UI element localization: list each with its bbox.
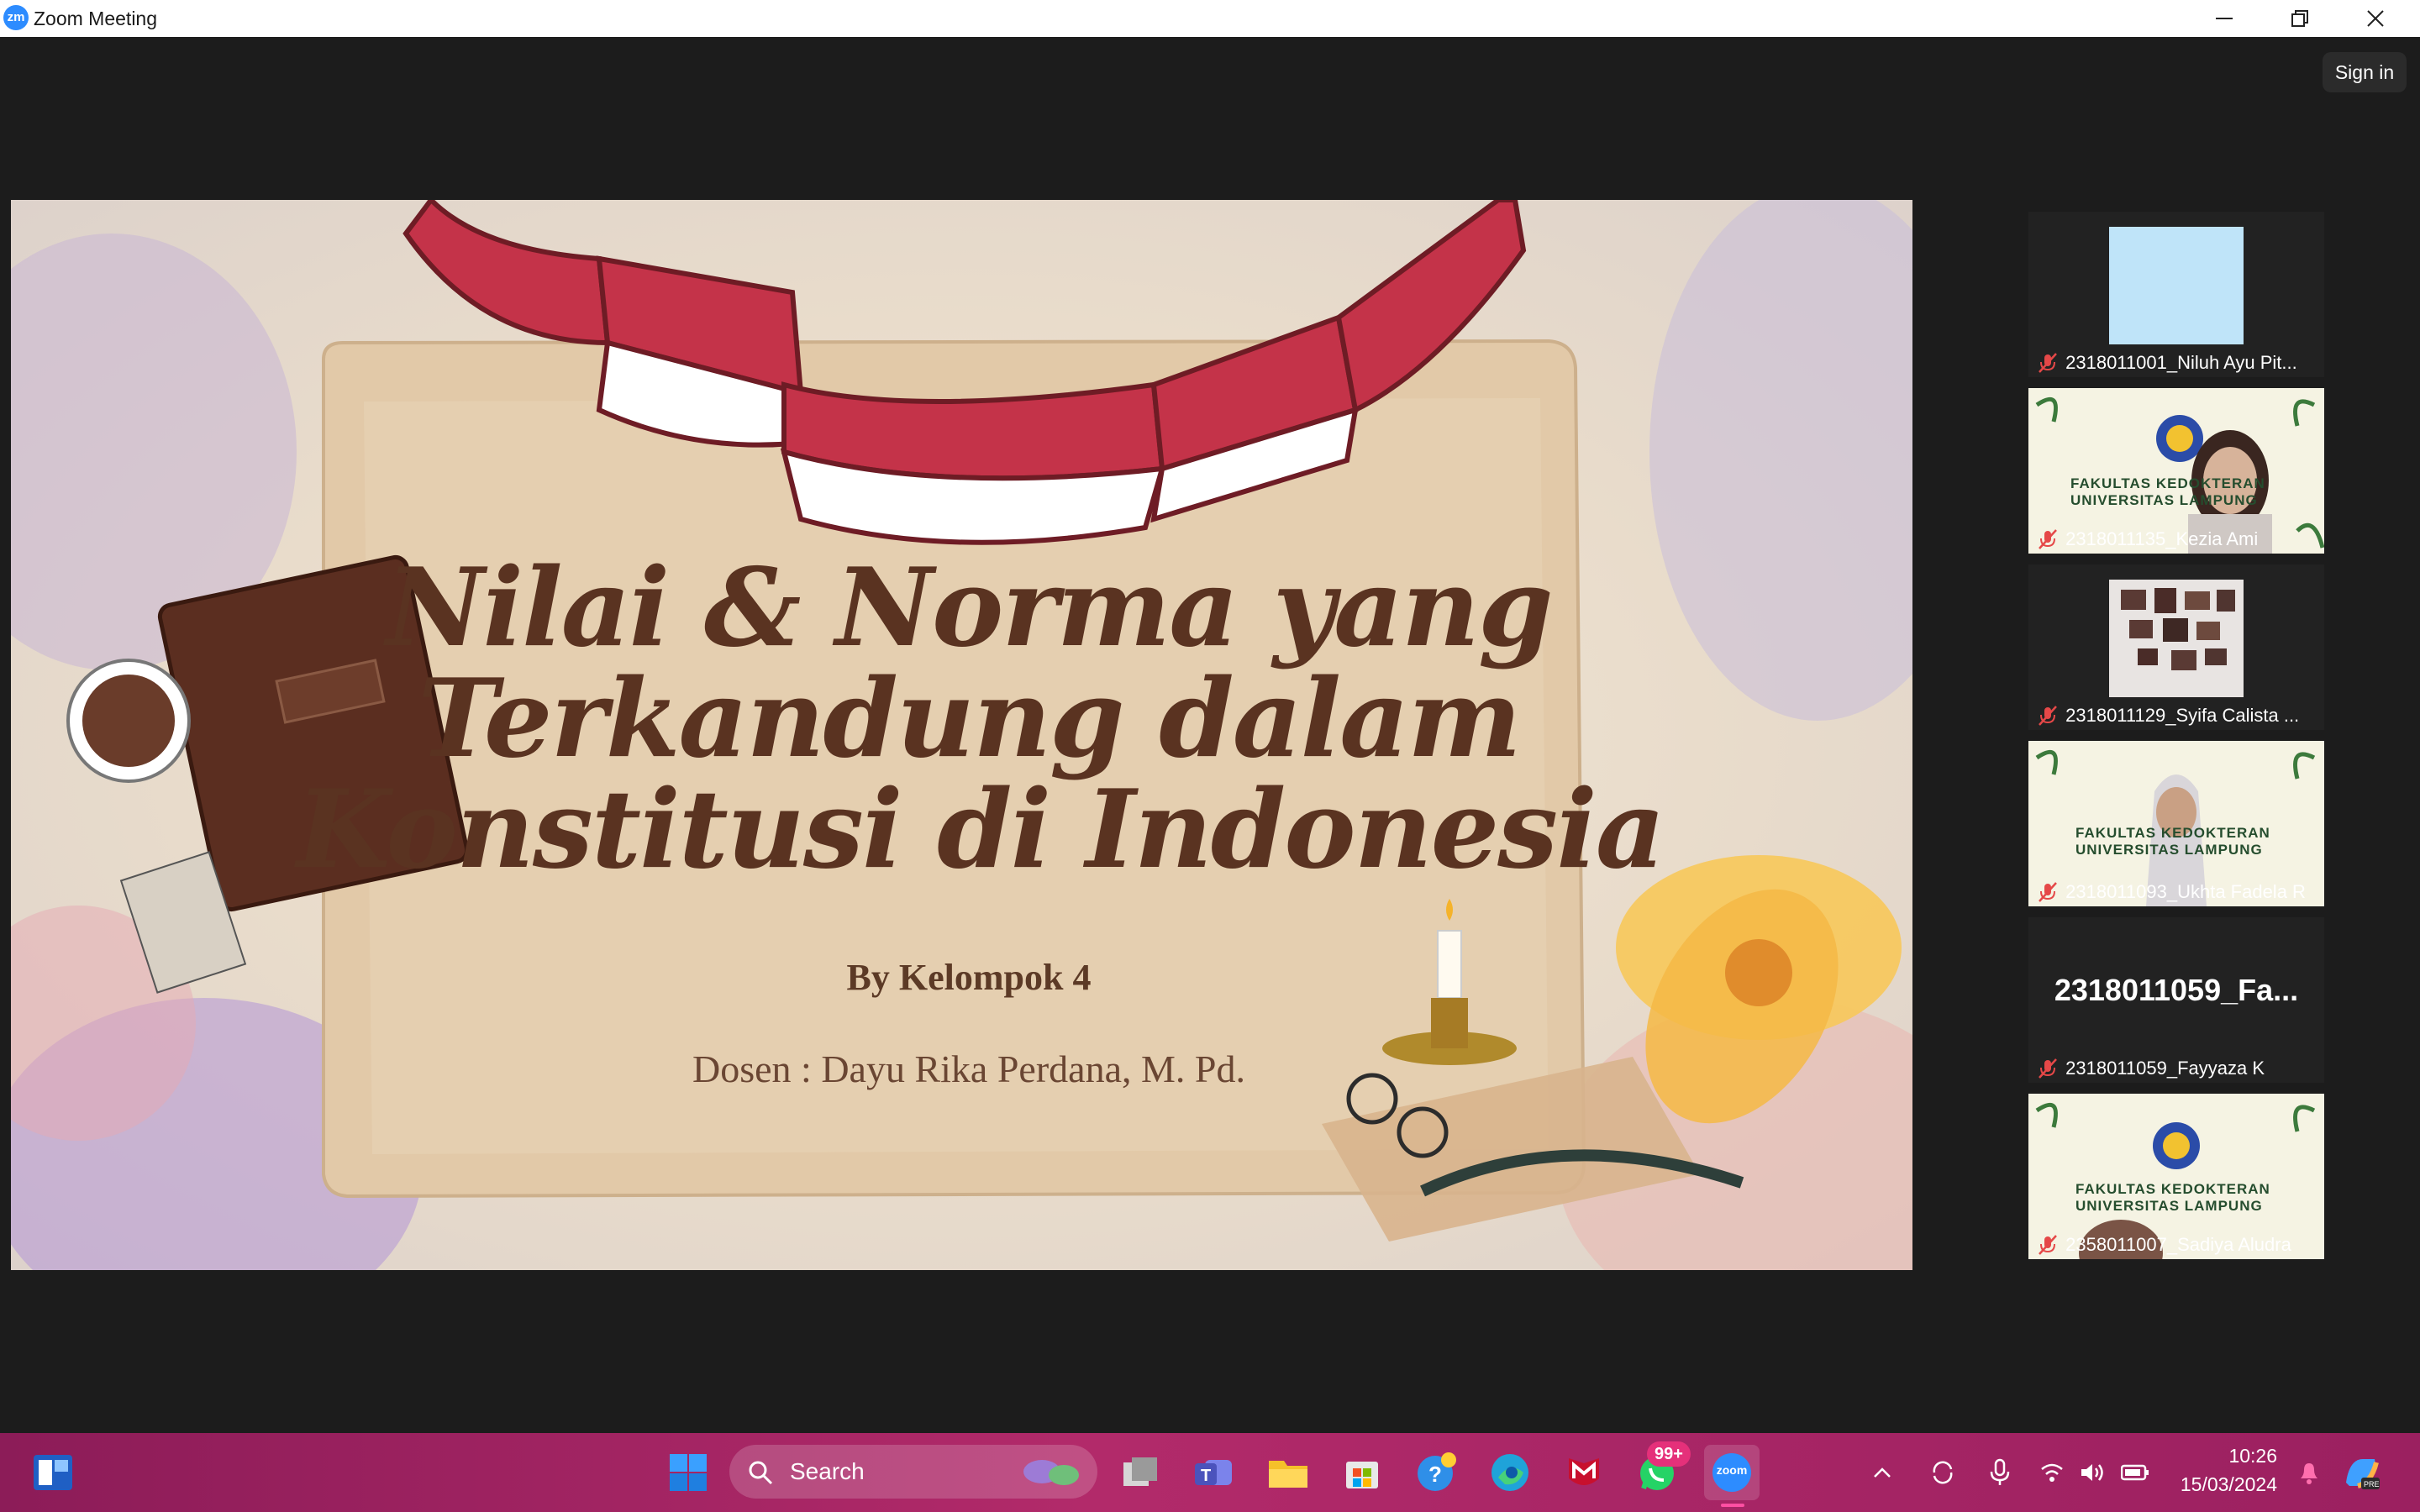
- close-button[interactable]: [2339, 0, 2412, 37]
- microphone-icon: [1990, 1458, 2010, 1485]
- svg-text:?: ?: [1428, 1462, 1442, 1487]
- notifications-button[interactable]: [2292, 1445, 2326, 1500]
- minimize-button[interactable]: [2188, 0, 2260, 37]
- participant-name: 2318011093_Ukhta Fadela R: [2065, 881, 2306, 902]
- chevron-up-icon: [1874, 1467, 1891, 1478]
- slide-title-line: Terkandung dalam: [418, 656, 1521, 782]
- participant-tile[interactable]: 2318011059_Fa... 2318011059_Fayyaza K: [2028, 917, 2324, 1083]
- banner-text: UNIVERSITAS LAMPUNG: [2075, 1198, 2263, 1214]
- clock-date[interactable]: 15/03/2024: [2151, 1473, 2277, 1496]
- banner-text: FAKULTAS KEDOKTERAN: [2070, 475, 2265, 491]
- participant-label: 2318011059_Fayyaza K: [2028, 1054, 2324, 1083]
- file-explorer-button[interactable]: [1260, 1445, 1316, 1500]
- participant-name: 2358011007_Sadiya Aludra: [2065, 1234, 2291, 1255]
- file-explorer-icon: [1269, 1461, 1307, 1488]
- bell-icon: [2301, 1463, 2317, 1484]
- slide-title: Nilai & Norma yang Terkandung dalam Kons…: [297, 545, 1665, 893]
- show-hidden-icons-button[interactable]: [1865, 1445, 1899, 1500]
- mcafee-button[interactable]: [1556, 1445, 1612, 1500]
- participant-display-name: 2318011059_Fa...: [2054, 973, 2299, 1007]
- slide-byline: By Kelompok 4: [846, 957, 1092, 998]
- widgets-icon: [34, 1455, 72, 1490]
- network-button[interactable]: [2035, 1445, 2069, 1500]
- sign-in-button[interactable]: Sign in: [2323, 52, 2407, 92]
- copilot-button[interactable]: PRE: [2338, 1445, 2385, 1500]
- banner-text: FAKULTAS KEDOKTERAN: [2075, 1181, 2270, 1197]
- search-highlight-icon: [1023, 1460, 1079, 1485]
- microphone-tray-button[interactable]: [1981, 1445, 2018, 1500]
- search-placeholder: Search: [790, 1458, 865, 1484]
- slide-lecturer: Dosen : Dayu Rika Perdana, M. Pd.: [692, 1047, 1245, 1090]
- banner-text: UNIVERSITAS LAMPUNG: [2075, 842, 2263, 858]
- mic-muted-icon: [2039, 529, 2057, 549]
- slide-title-line: Nilai & Norma yang: [386, 545, 1553, 671]
- teams-button[interactable]: T: [1186, 1445, 1242, 1500]
- restore-icon: [2291, 10, 2308, 27]
- battery-button[interactable]: [2118, 1445, 2153, 1500]
- participant-label: 2358011007_Sadiya Aludra: [2028, 1231, 2324, 1259]
- mic-muted-icon: [2039, 1058, 2057, 1079]
- mcafee-icon: [1569, 1458, 1599, 1485]
- tips-icon: ?: [1418, 1452, 1456, 1491]
- participant-name: 2318011001_Niluh Ayu Pit...: [2065, 352, 2297, 373]
- participant-tile[interactable]: 2318011129_Syifa Calista ...: [2028, 564, 2324, 730]
- microsoft-store-button[interactable]: [1334, 1445, 1390, 1500]
- task-view-icon: [1123, 1457, 1157, 1486]
- volume-button[interactable]: [2075, 1445, 2109, 1500]
- copilot-icon: PRE: [2346, 1459, 2380, 1489]
- active-app-indicator: [1721, 1504, 1744, 1507]
- participant-tile[interactable]: FAKULTAS KEDOKTERAN UNIVERSITAS LAMPUNG …: [2028, 741, 2324, 906]
- restore-button[interactable]: [2264, 0, 2336, 37]
- windows-start-icon: [670, 1454, 707, 1491]
- mic-muted-icon: [2039, 706, 2057, 726]
- task-view-button[interactable]: [1113, 1445, 1168, 1500]
- participant-name: 2318011135_Kezia Ami: [2065, 528, 2259, 549]
- window-title-bar: zm Zoom Meeting: [0, 0, 2420, 37]
- participant-tile[interactable]: FAKULTAS KEDOKTERAN UNIVERSITAS LAMPUNG …: [2028, 1094, 2324, 1259]
- zoom-button[interactable]: zoom: [1704, 1445, 1760, 1500]
- clock-time[interactable]: 10:26: [2151, 1445, 2277, 1467]
- edge-button[interactable]: [1482, 1445, 1538, 1500]
- sync-button[interactable]: [1924, 1445, 1961, 1500]
- tips-button[interactable]: ?: [1408, 1445, 1464, 1500]
- slide-title-line: Konstitusi di Indonesia: [297, 767, 1665, 893]
- widgets-button[interactable]: [25, 1445, 81, 1500]
- participant-tile[interactable]: 2318011001_Niluh Ayu Pit...: [2028, 212, 2324, 377]
- banner-text: FAKULTAS KEDOKTERAN: [2075, 825, 2270, 841]
- start-button[interactable]: [660, 1445, 716, 1500]
- participant-label: 2318011001_Niluh Ayu Pit...: [2028, 349, 2324, 377]
- participant-tile[interactable]: FAKULTAS KEDOKTERAN UNIVERSITAS LAMPUNG …: [2028, 388, 2324, 554]
- svg-text:PRE: PRE: [2364, 1480, 2380, 1488]
- mic-muted-icon: [2039, 1235, 2057, 1255]
- mic-muted-icon: [2039, 882, 2057, 902]
- notification-badge: 99+: [1647, 1441, 1691, 1467]
- participant-label: 2318011129_Syifa Calista ...: [2028, 701, 2324, 730]
- close-icon: [2367, 10, 2384, 27]
- banner-text: UNIVERSITAS LAMPUNG: [2070, 492, 2258, 508]
- sync-icon: [1933, 1461, 1953, 1484]
- wifi-icon: [2041, 1463, 2063, 1482]
- edge-icon: [1491, 1454, 1528, 1491]
- participant-label: 2318011093_Ukhta Fadela R: [2028, 878, 2324, 906]
- participant-name: 2318011129_Syifa Calista ...: [2065, 705, 2300, 726]
- taskbar-search[interactable]: Search: [729, 1445, 1097, 1499]
- minimize-icon: [2216, 18, 2233, 19]
- zoom-icon-label: zoom: [1716, 1463, 1748, 1477]
- window-title: Zoom Meeting: [34, 8, 158, 29]
- microsoft-store-icon: [1346, 1462, 1378, 1488]
- zoom-app-icon: zm: [3, 5, 29, 30]
- participant-label: 2318011135_Kezia Ami: [2028, 525, 2324, 554]
- mic-muted-icon: [2039, 353, 2057, 373]
- teams-icon: T: [1195, 1460, 1232, 1485]
- svg-text:T: T: [1201, 1467, 1211, 1485]
- battery-icon: [2121, 1464, 2149, 1481]
- windows-taskbar: Search T ? 99+ zoom 10:26 15/03/2024 PRE: [0, 1433, 2420, 1512]
- participant-name: 2318011059_Fayyaza K: [2065, 1058, 2265, 1079]
- volume-icon: [2081, 1464, 2103, 1481]
- search-icon: [749, 1461, 773, 1485]
- shared-screen-slide: Nilai & Norma yang Terkandung dalam Kons…: [11, 200, 1912, 1270]
